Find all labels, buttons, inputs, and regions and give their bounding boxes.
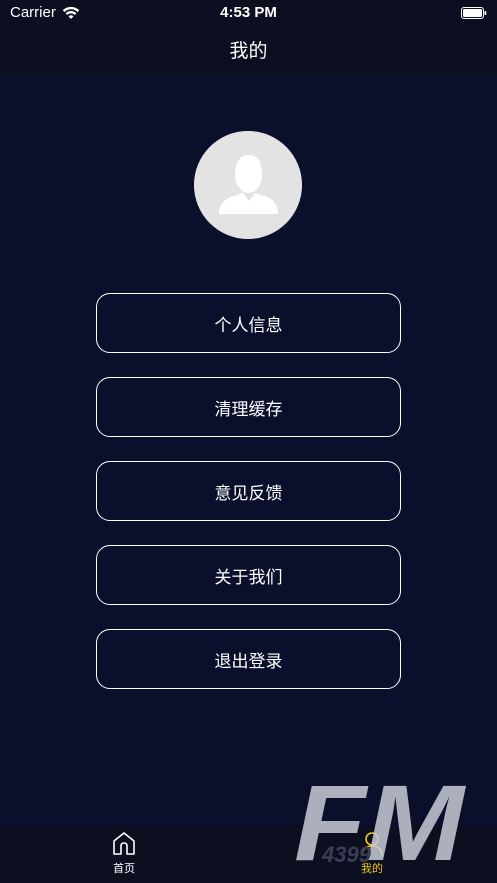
about-us-button[interactable]: 关于我们 xyxy=(96,545,401,605)
personal-info-button[interactable]: 个人信息 xyxy=(96,293,401,353)
settings-menu: 个人信息 清理缓存 意见反馈 关于我们 退出登录 xyxy=(96,293,401,713)
feedback-button[interactable]: 意见反馈 xyxy=(96,461,401,521)
status-bar: Carrier 4:53 PM xyxy=(0,0,497,26)
logout-button[interactable]: 退出登录 xyxy=(96,629,401,689)
menu-item-label: 关于我们 xyxy=(214,567,283,588)
tab-mine[interactable]: 我的 xyxy=(332,830,412,876)
tab-home-label: 首页 xyxy=(113,862,135,875)
user-avatar-icon xyxy=(194,131,302,239)
menu-item-label: 个人信息 xyxy=(214,315,283,336)
clock: 4:53 PM xyxy=(220,4,277,21)
home-icon xyxy=(113,832,135,855)
tab-mine-label: 我的 xyxy=(361,862,383,875)
clear-cache-button[interactable]: 清理缓存 xyxy=(96,377,401,437)
page-title: 我的 xyxy=(229,40,268,62)
profile-screen: Carrier 4:53 PM 我的 个人信息 清理缓存 意见反馈 关于我们 退… xyxy=(0,0,497,883)
user-icon xyxy=(361,832,383,856)
menu-item-label: 退出登录 xyxy=(214,651,283,672)
tab-bar: 首页 我的 xyxy=(0,826,497,883)
top-bar: Carrier 4:53 PM 我的 xyxy=(0,0,497,76)
menu-item-label: 意见反馈 xyxy=(214,483,283,504)
battery-icon xyxy=(461,6,487,19)
tab-home[interactable]: 首页 xyxy=(84,830,164,876)
menu-item-label: 清理缓存 xyxy=(214,399,283,420)
avatar[interactable] xyxy=(194,131,302,239)
